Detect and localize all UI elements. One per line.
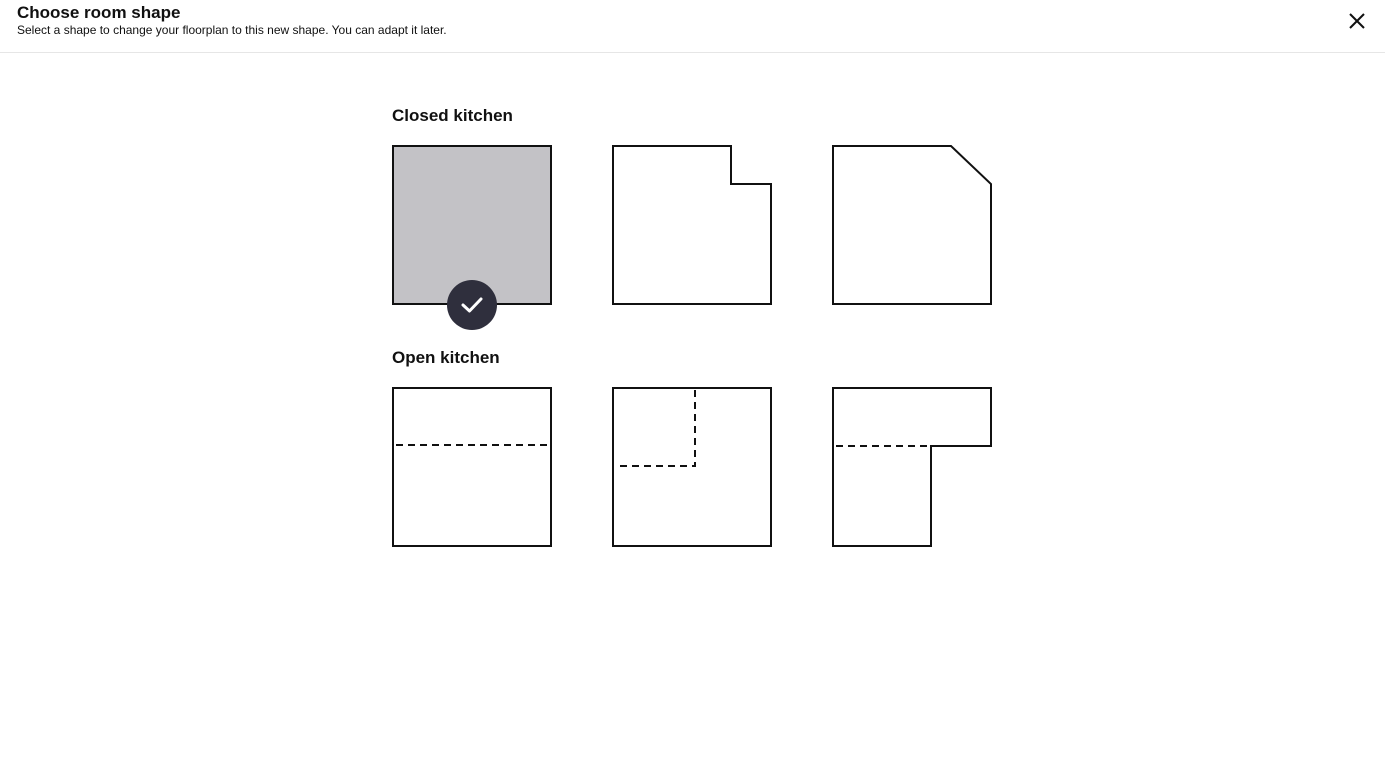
chamfered-square-shape-icon [832, 145, 992, 305]
shape-option-notched-square[interactable] [612, 145, 772, 305]
open-horizontal-shape-icon [392, 387, 552, 547]
selected-badge [447, 280, 497, 330]
close-button[interactable] [1344, 8, 1370, 34]
open-corner-shape-icon [612, 387, 772, 547]
section-title-open-kitchen: Open kitchen [392, 348, 500, 367]
shape-option-chamfered-square[interactable] [832, 145, 992, 305]
shape-option-open-horizontal[interactable] [392, 387, 552, 547]
choose-room-shape-dialog: Choose room shape Select a shape to chan… [0, 0, 1385, 779]
open-l-shape-icon [832, 387, 992, 547]
shape-option-open-l-shape[interactable] [832, 387, 992, 547]
shape-option-open-corner[interactable] [612, 387, 772, 547]
dialog-subtitle: Select a shape to change your floorplan … [17, 23, 447, 37]
section-title-closed-kitchen: Closed kitchen [392, 106, 513, 125]
checkmark-icon [461, 297, 483, 313]
dialog-title: Choose room shape [17, 3, 181, 22]
close-icon [1349, 13, 1365, 29]
shape-option-square[interactable] [392, 145, 552, 330]
notched-square-shape-icon [612, 145, 772, 305]
dialog-header: Choose room shape Select a shape to chan… [0, 0, 1385, 53]
